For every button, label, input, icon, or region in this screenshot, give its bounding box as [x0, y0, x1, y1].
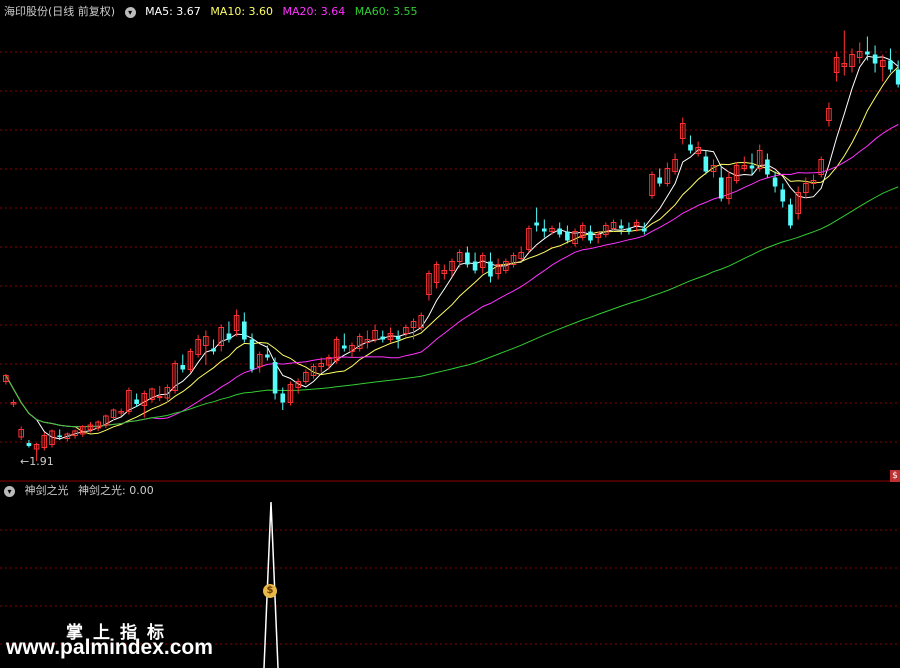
candle-body: [872, 54, 878, 64]
candle-body: [249, 339, 255, 370]
candle-body: [542, 228, 547, 232]
indicator-name: 神剑之光: [24, 484, 69, 497]
candle-body: [788, 204, 793, 226]
candle-body: [380, 336, 386, 340]
dropdown-circle-icon[interactable]: ▾: [124, 6, 136, 18]
dollar-coin-icon: $: [263, 584, 277, 598]
candle-body: [280, 393, 286, 403]
low-price-marker: ←1.91: [20, 455, 54, 468]
price-chart-panel[interactable]: [0, 0, 900, 482]
candle-body: [772, 177, 778, 187]
ma5-line: [5, 55, 899, 440]
candle-body: [342, 345, 347, 349]
ma60-label: MA60: 3.55: [354, 5, 418, 18]
candle-body: [156, 396, 163, 398]
candle-body: [211, 348, 216, 352]
ma10-line: [5, 66, 899, 435]
candle-body: [703, 156, 709, 172]
candle-body: [657, 177, 662, 184]
stock-title: 海印股份(日线 前复权): [4, 5, 116, 18]
candle-body: [765, 159, 770, 175]
candle-body: [588, 231, 593, 241]
candle-body: [180, 365, 186, 370]
signal-icon[interactable]: $: [890, 470, 900, 482]
dropdown-circle-icon[interactable]: ▾: [4, 485, 15, 497]
candle-body: [642, 228, 647, 232]
candle-body: [226, 333, 232, 340]
candle-body: [265, 354, 270, 358]
candle-body: [626, 228, 632, 232]
candle-body: [895, 69, 900, 85]
watermark-url: www.palmindex.com: [6, 636, 213, 659]
candle-body: [718, 177, 724, 199]
ma60-line: [5, 186, 899, 428]
candle-body: [395, 336, 401, 340]
candle-body: [465, 252, 470, 265]
candle-body: [272, 362, 278, 394]
candle-body: [26, 443, 32, 446]
ma10-label: MA10: 3.60: [210, 5, 274, 18]
candle-body: [888, 60, 893, 70]
candle-body: [472, 261, 478, 271]
candle-body: [688, 144, 693, 151]
candle-body: [534, 222, 539, 226]
main-legend: 海印股份(日线 前复权) ▾ MA5: 3.67 MA10: 3.60 MA20…: [4, 4, 423, 20]
candle-body: [557, 228, 562, 235]
indicator-legend: ▾ 神剑之光 神剑之光: 0.00: [4, 483, 160, 499]
candle-body: [865, 51, 870, 55]
candle-body: [780, 189, 786, 202]
candle-body: [749, 165, 755, 169]
candle-body: [488, 261, 493, 277]
candle-body: [565, 231, 570, 241]
ma20-label: MA20: 3.64: [282, 5, 346, 18]
candle-body: [134, 399, 139, 404]
candle-body: [618, 225, 624, 229]
candle-body: [57, 435, 62, 437]
indicator-value: 神剑之光: 0.00: [78, 484, 154, 497]
candle-body: [242, 321, 247, 340]
ma5-label: MA5: 3.67: [145, 5, 201, 18]
